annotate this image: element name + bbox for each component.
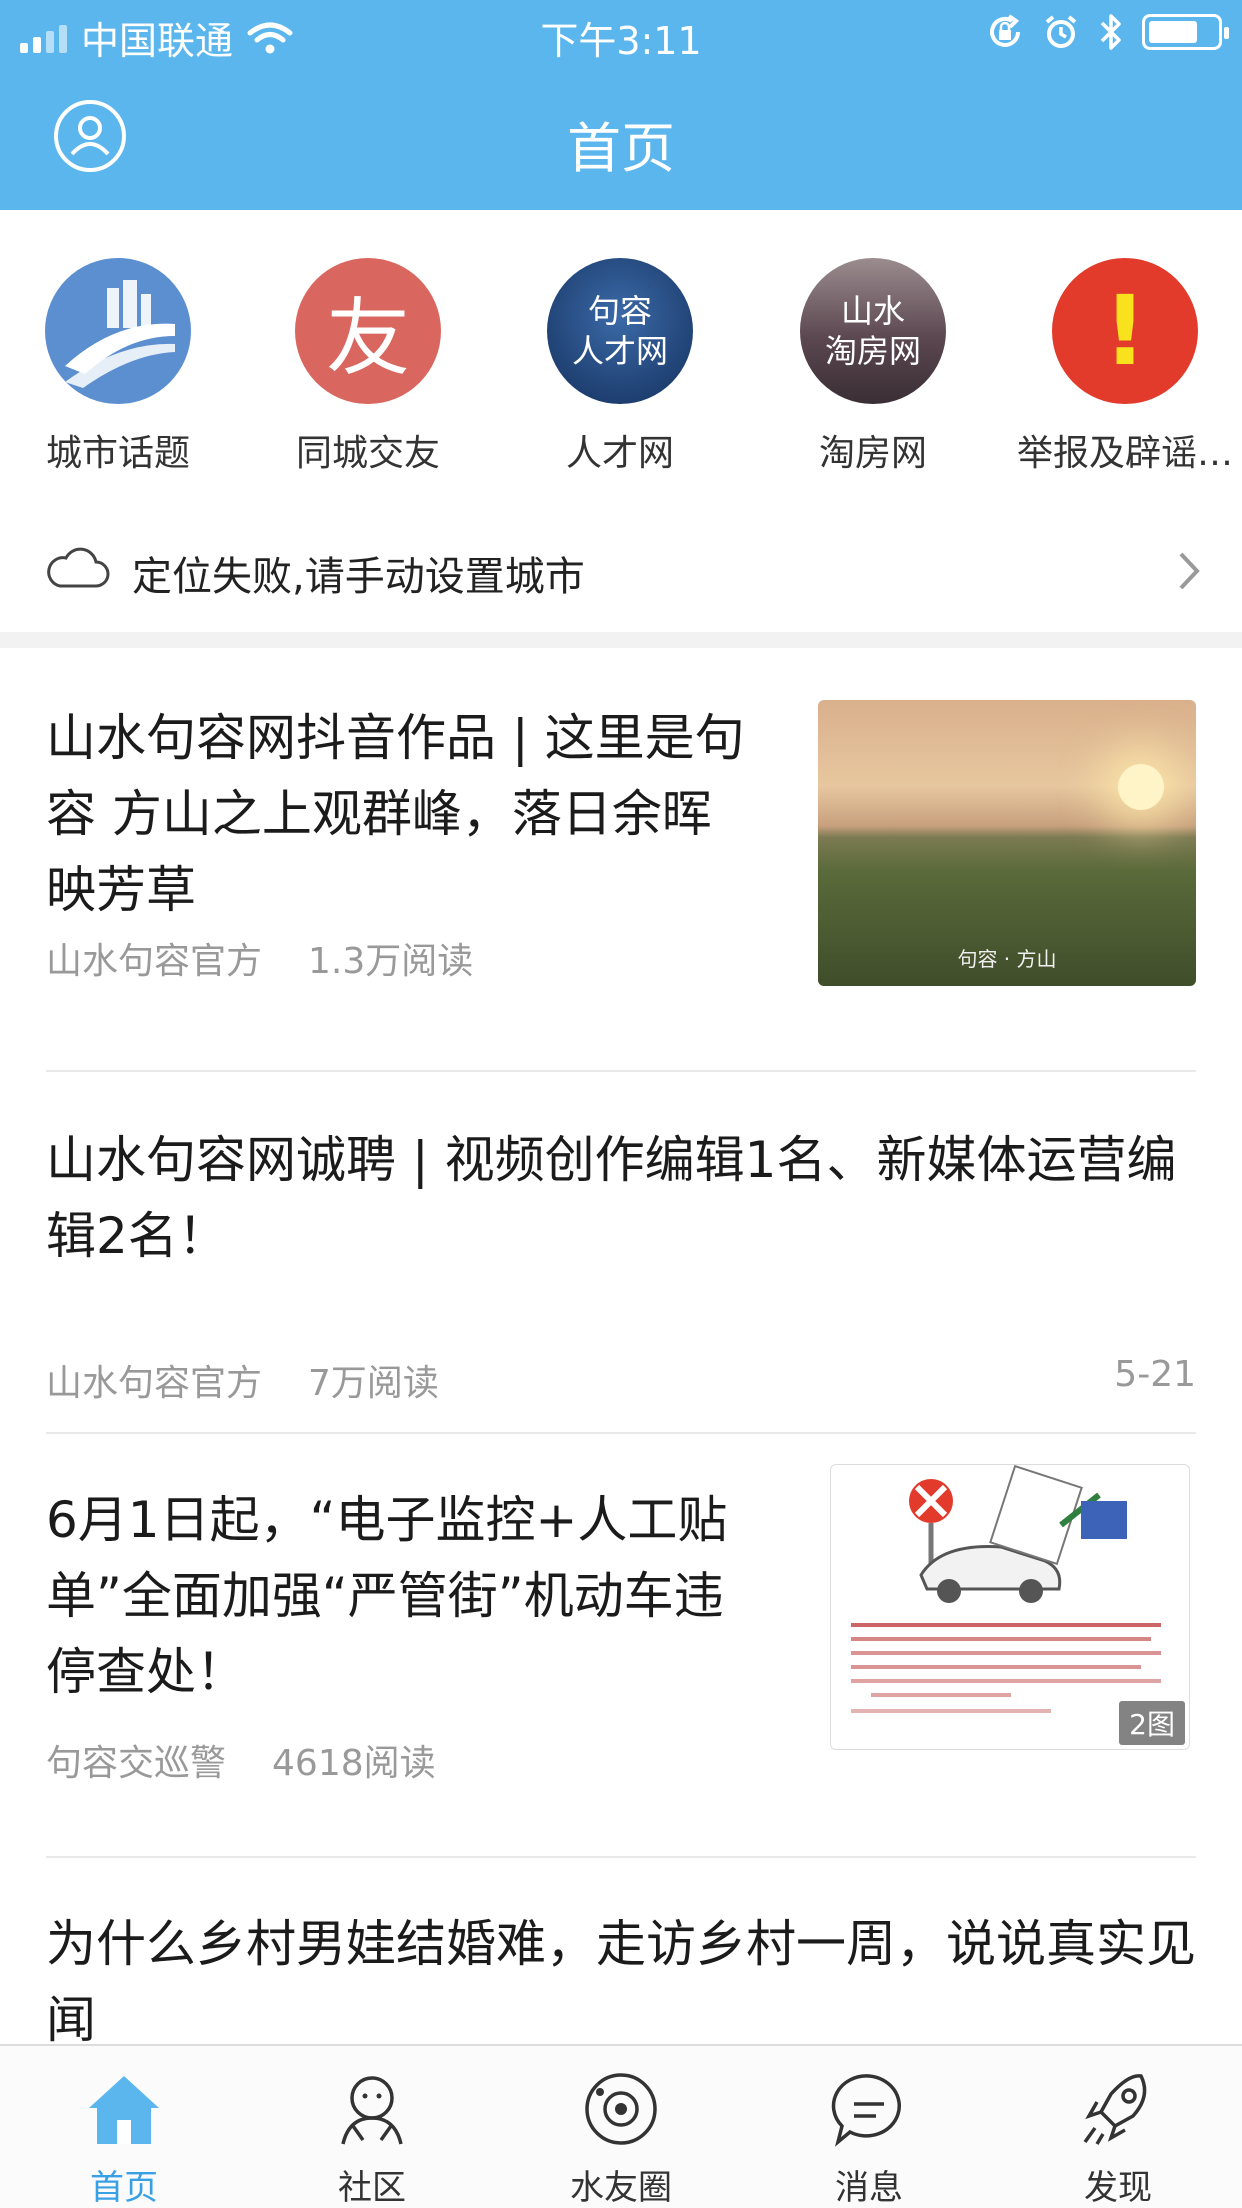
bluetooth-icon [1100, 14, 1121, 50]
article-source: 句容交巡警 [46, 1743, 227, 1784]
article-source: 山水句容官方 [46, 941, 263, 982]
tab-bar: 首页 社区 水友圈 消息 发现 [0, 2044, 1242, 2208]
home-icon [89, 2076, 159, 2144]
thumbnail-caption: 句容 · 方山 [957, 947, 1057, 971]
article-card[interactable]: 山水句容网诚聘 | 视频创作编辑1名、新媒体运营编辑2名！ 山水句容官方 7万阅读… [46, 1122, 1196, 1422]
tab-label: 水友圈 [570, 2168, 672, 2208]
section-divider [0, 632, 1242, 648]
tab-home[interactable]: 首页 [0, 2066, 248, 2208]
location-bar[interactable]: 定位失败,请手动设置城市 [0, 520, 1242, 620]
page-title: 首页 [567, 117, 675, 180]
alarm-icon [1045, 15, 1077, 48]
planet-icon [585, 2073, 657, 2145]
feed-separator [46, 1856, 1196, 1858]
article-card[interactable]: 山水句容网抖音作品 | 这里是句容 方山之上观群峰，落日余晖映芳草 山水句容官方… [46, 700, 1196, 1010]
quick-entry-dating[interactable]: 友 同城交友 [243, 258, 493, 476]
community-icon [341, 2076, 403, 2145]
article-reads: 1.3万阅读 [308, 941, 474, 982]
article-title: 为什么乡村男娃结婚难，走访乡村一周，说说真实见闻 [46, 1915, 1196, 2044]
talent-logo-icon: 句容 人才网 [547, 258, 693, 404]
quick-entry-report[interactable]: ! 举报及辟谣… [1000, 258, 1242, 476]
article-thumbnail[interactable]: 2图 [830, 1464, 1190, 1750]
feed-separator [46, 1432, 1196, 1434]
tab-label: 消息 [835, 2168, 903, 2208]
tab-circle[interactable]: 水友圈 [497, 2066, 745, 2208]
status-bar: 中国联通 下午3:11 [0, 0, 1242, 68]
top-bar: 中国联通 下午3:11 首页 [0, 0, 1242, 210]
cloud-icon [47, 547, 110, 588]
article-card[interactable]: 为什么乡村男娃结婚难，走访乡村一周，说说真实见闻 [46, 1906, 1196, 2044]
article-source: 山水句容官方 [46, 1363, 263, 1404]
rotation-lock-icon [990, 14, 1020, 47]
city-road-icon [45, 258, 191, 404]
quick-entry-label: 同城交友 [295, 433, 440, 474]
tab-label: 社区 [338, 2168, 406, 2208]
news-feed[interactable]: 山水句容网抖音作品 | 这里是句容 方山之上观群峰，落日余晖映芳草 山水句容官方… [0, 648, 1242, 2044]
quick-entry-row: 城市话题 友 同城交友 句容 人才网 人才网 山水 淘房网 淘房网 ! 举报及辟… [0, 258, 1242, 478]
article-meta: 句容交巡警 4618阅读 [46, 1734, 436, 1786]
quick-entry-talent[interactable]: 句容 人才网 人才网 [495, 258, 745, 476]
tab-messages[interactable]: 消息 [745, 2066, 993, 2208]
location-text: 定位失败,请手动设置城市 [132, 554, 585, 600]
article-meta: 山水句容官方 1.3万阅读 [46, 932, 473, 984]
battery-icon [1142, 14, 1229, 50]
quick-entry-housing[interactable]: 山水 淘房网 淘房网 [748, 258, 998, 476]
image-count-badge: 2图 [1119, 1701, 1185, 1745]
article-date: 5-21 [1114, 1354, 1196, 1395]
tab-label: 首页 [90, 2168, 158, 2208]
housing-logo-icon: 山水 淘房网 [800, 258, 946, 404]
article-reads: 4618阅读 [272, 1743, 436, 1784]
article-thumbnail[interactable]: 句容 · 方山 [818, 700, 1196, 986]
tab-label: 发现 [1084, 2168, 1152, 2208]
quick-entry-label: 淘房网 [818, 433, 927, 474]
tab-discover[interactable]: 发现 [994, 2066, 1242, 2208]
article-reads: 7万阅读 [308, 1363, 439, 1404]
nav-bar: 首页 [0, 68, 1242, 210]
tab-community[interactable]: 社区 [248, 2066, 496, 2208]
article-card[interactable]: 6月1日起，“电子监控+人工贴单”全面加强“严管街”机动车违停查处！ 句容交巡警… [46, 1464, 1196, 1812]
quick-entry-label: 城市话题 [45, 433, 190, 474]
article-title: 6月1日起，“电子监控+人工贴单”全面加强“严管街”机动车违停查处！ [46, 1491, 728, 1701]
warning-icon: ! [1052, 258, 1198, 404]
article-title: 山水句容网诚聘 | 视频创作编辑1名、新媒体运营编辑2名！ [46, 1131, 1177, 1265]
feed-separator [46, 1070, 1196, 1072]
quick-entry-label: 人才网 [565, 433, 674, 474]
quick-entry-city-topic[interactable]: 城市话题 [0, 258, 243, 476]
quick-entry-label: 举报及辟谣… [1016, 433, 1233, 474]
article-meta: 山水句容官方 7万阅读 [46, 1354, 439, 1406]
chevron-right-icon [1179, 552, 1200, 590]
friend-icon: 友 [295, 258, 441, 404]
message-icon [831, 2074, 901, 2147]
article-title: 山水句容网抖音作品 | 这里是句容 方山之上观群峰，落日余晖映芳草 [46, 709, 745, 919]
rocket-icon [1083, 2074, 1147, 2145]
